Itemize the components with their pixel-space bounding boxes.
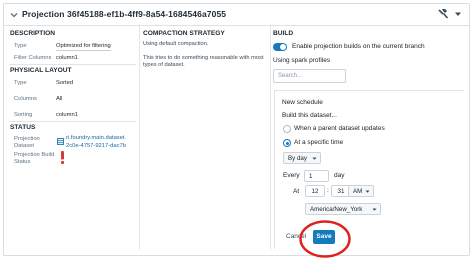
caret-down-icon [365, 190, 370, 193]
ampm-value: AM [353, 188, 363, 195]
save-button[interactable]: Save [313, 230, 335, 244]
divider [10, 64, 136, 65]
panel-title: Projection 36f45188-ef1b-4ff9-8a54-16845… [22, 9, 227, 19]
enable-builds-label: Enable projection builds on the current … [292, 43, 425, 50]
divider [10, 121, 136, 122]
every-input[interactable]: 1 [304, 170, 329, 182]
every-unit: day [334, 172, 345, 179]
hammer-icon[interactable] [437, 8, 449, 20]
build-this-label: Build this dataset... [282, 112, 337, 119]
ampm-select[interactable]: AM [348, 185, 374, 197]
dataset-icon [57, 138, 64, 145]
radio-specific-time[interactable] [283, 139, 291, 147]
at-label: At [293, 188, 300, 195]
columns-label: Columns [14, 96, 37, 102]
spark-profiles-label: Using spark profiles [273, 57, 331, 64]
projection-dataset-label: Projection [14, 136, 40, 142]
build-title: BUILD [273, 30, 294, 37]
caret-down-icon [372, 208, 377, 211]
exclamation-icon [61, 151, 64, 164]
panel-header: Projection 36f45188-ef1b-4ff9-8a54-16845… [4, 4, 469, 26]
compaction-title: COMPACTION STRATEGY [143, 30, 225, 37]
layout-type-label: Type [14, 80, 27, 86]
new-schedule-title: New schedule [282, 99, 323, 106]
timezone-value: America/New_York [310, 206, 363, 213]
filter-columns-label: Filter Columns [14, 55, 52, 61]
layout-type-value: Sorted [56, 80, 74, 86]
cancel-button[interactable]: Cancel [286, 233, 306, 240]
frequency-value: By day [288, 155, 307, 162]
spark-profile-search-input[interactable]: Search... [273, 69, 346, 83]
enable-builds-toggle[interactable] [273, 43, 287, 51]
columns-value: All [56, 96, 63, 102]
caret-down-icon[interactable] [454, 10, 462, 18]
timezone-select[interactable]: America/New_York [305, 203, 381, 215]
chevron-down-icon[interactable] [8, 9, 20, 21]
dataset-link[interactable]: ri.foundry.main.dataset. [66, 135, 126, 141]
time-colon: : [327, 187, 329, 194]
option-parent-label: When a parent dataset updates [294, 125, 385, 132]
projection-build-status-label: Projection Build [14, 152, 55, 158]
dataset-link-2[interactable]: 2c0e-4757-9217-dac7b [66, 143, 126, 149]
description-title: DESCRIPTION [10, 30, 56, 37]
option-time-label: At a specific time [294, 139, 344, 146]
frequency-select[interactable]: By day [283, 152, 321, 164]
physical-layout-title: PHYSICAL LAYOUT [10, 67, 72, 74]
sorting-value: column1 [56, 112, 78, 118]
column-divider [270, 24, 271, 250]
caret-down-icon [312, 157, 317, 160]
hour-input[interactable]: 12 [305, 185, 325, 197]
compaction-line-1: Using default compaction. [143, 41, 209, 47]
status-title: STATUS [10, 124, 36, 131]
compaction-line-3: types of dataset. [143, 62, 185, 68]
radio-parent-updates[interactable] [283, 125, 291, 133]
projection-build-status-label-2: Status [14, 159, 31, 165]
projection-dataset-label-2: Dataset [14, 143, 34, 149]
description-type-label: Type [14, 43, 27, 49]
description-type-value[interactable]: Optimized for filtering [56, 43, 111, 51]
sorting-label: Sorting [14, 112, 33, 118]
column-divider [139, 24, 140, 250]
filter-columns-value: column1 [56, 55, 78, 61]
every-label: Every [283, 172, 300, 179]
